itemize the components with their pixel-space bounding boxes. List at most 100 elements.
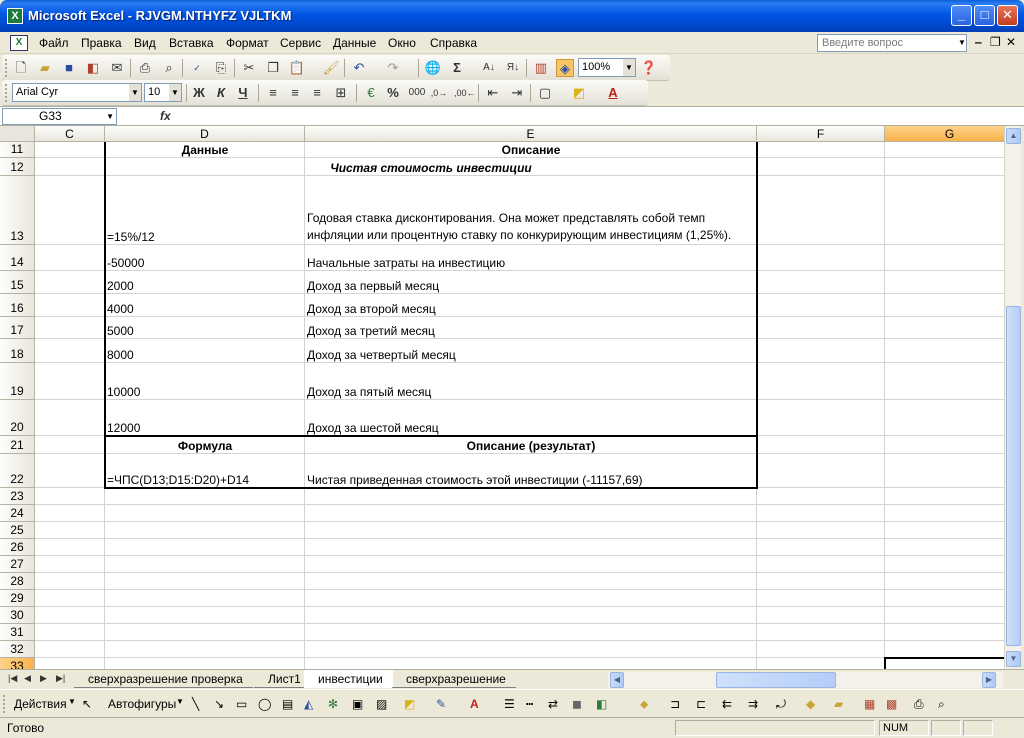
row-header-32[interactable]: 32 <box>0 641 35 658</box>
first-sheet-icon[interactable]: |◀ <box>8 673 17 684</box>
row-header-21[interactable]: 21 <box>0 436 35 454</box>
column-header-d[interactable]: D <box>105 126 305 142</box>
menu-help[interactable]: Справка <box>430 36 477 50</box>
folder-icon[interactable]: ▰ <box>834 697 843 711</box>
last-sheet-icon[interactable]: ▶| <box>56 673 65 684</box>
cell-d11[interactable]: Данные <box>105 142 305 158</box>
menu-view[interactable]: Вид <box>134 36 156 50</box>
zoom-draw-icon[interactable]: ⌕ <box>938 697 945 712</box>
merge-center-icon[interactable]: ⊞ <box>332 84 350 102</box>
toolbar-grip[interactable] <box>3 695 6 713</box>
menu-insert[interactable]: Вставка <box>169 36 214 50</box>
font-name-dropdown-icon[interactable]: ▼ <box>129 84 141 101</box>
scroll-right-icon[interactable]: ▶ <box>982 672 996 688</box>
column-header-e[interactable]: E <box>305 126 757 142</box>
cell-e14[interactable]: Начальные затраты на инвестицию <box>305 245 757 271</box>
maximize-button[interactable]: □ <box>974 5 995 26</box>
cell-e11[interactable]: Описание <box>305 142 757 158</box>
cell-d21[interactable]: Формула <box>105 436 305 454</box>
row-header-30[interactable]: 30 <box>0 607 35 624</box>
menu-data[interactable]: Данные <box>333 36 376 50</box>
cell-d15[interactable]: 2000 <box>105 271 305 294</box>
row-header-33[interactable]: 33 <box>0 658 35 669</box>
decrease-indent-icon[interactable]: ⇤ <box>484 84 502 102</box>
select-all-corner[interactable] <box>0 126 35 142</box>
chart-wizard-icon[interactable]: ▥ <box>532 59 550 77</box>
line-color-icon[interactable]: ✎ <box>436 697 446 711</box>
format-painter-icon[interactable]: 🖌 <box>322 59 340 77</box>
name-box[interactable]: G33 ▼ <box>2 108 117 125</box>
menu-file[interactable]: Файл <box>39 36 69 50</box>
autoshapes-menu-button[interactable]: Автофигуры <box>108 697 176 711</box>
align-right-icon[interactable]: ≡ <box>308 84 326 102</box>
insert-picture-icon[interactable]: ▨ <box>376 697 387 711</box>
excel-app-icon[interactable]: X <box>7 8 23 24</box>
sheet-tab-sverhrazreshenie[interactable]: сверхразрешение <box>392 670 516 688</box>
cell-d20[interactable]: 12000 <box>105 400 305 436</box>
copy-icon[interactable]: ❐ <box>264 59 282 77</box>
bold-button[interactable]: Ж <box>190 84 208 102</box>
doc-close-button[interactable]: ✕ <box>1006 35 1016 49</box>
cell-d18[interactable]: 8000 <box>105 339 305 363</box>
row-header-29[interactable]: 29 <box>0 590 35 607</box>
scroll-up-icon[interactable]: ▲ <box>1006 128 1021 144</box>
scroll-left-icon[interactable]: ◀ <box>610 672 624 688</box>
row-header-18[interactable]: 18 <box>0 339 35 363</box>
underline-button[interactable]: Ч <box>234 84 252 102</box>
row-header-24[interactable]: 24 <box>0 505 35 522</box>
cell-d17[interactable]: 5000 <box>105 317 305 339</box>
wordart-icon[interactable]: ◭ <box>304 697 313 711</box>
italic-button[interactable]: К <box>212 84 230 102</box>
print-area-icon[interactable]: ⎙ <box>914 697 924 712</box>
line-style-icon[interactable]: ☰ <box>504 697 515 711</box>
sort-descending-icon[interactable]: Я↓ <box>504 59 522 77</box>
sheet-tab-sverhrazreshenie-proverka[interactable]: сверхразрешение проверка <box>74 670 253 688</box>
row-header-14[interactable]: 14 <box>0 245 35 271</box>
minimize-button[interactable]: _ <box>951 5 972 26</box>
prev-sheet-icon[interactable]: ◀ <box>24 673 31 684</box>
shadow-style-icon[interactable]: ◼ <box>572 697 582 711</box>
row-header-12[interactable]: 12 <box>0 158 35 176</box>
vertical-scroll-thumb[interactable] <box>1006 306 1021 646</box>
connector-icon[interactable]: ⇇ <box>722 697 732 711</box>
sheet-tab-list1[interactable]: Лист1 <box>254 670 311 688</box>
arrow-style-icon[interactable]: ⇄ <box>548 697 558 711</box>
horizontal-scrollbar[interactable]: ◀ ▶ <box>608 672 1003 688</box>
menu-tools[interactable]: Сервис <box>280 36 321 50</box>
cell-d22[interactable]: =ЧПС(D13;D15:D20)+D14 <box>105 454 305 488</box>
cell-d14[interactable]: -50000 <box>105 245 305 271</box>
select-objects-icon[interactable]: ↖ <box>82 697 92 711</box>
close-button[interactable]: ✕ <box>997 5 1018 26</box>
workbook-icon[interactable]: X <box>10 35 28 51</box>
cell-e21[interactable]: Описание (результат) <box>305 436 757 454</box>
paste-icon[interactable]: 📋 <box>288 59 306 77</box>
cell-d16[interactable]: 4000 <box>105 294 305 317</box>
open-icon[interactable]: ▰ <box>36 59 54 77</box>
row-header-25[interactable]: 25 <box>0 522 35 539</box>
diagram-icon[interactable]: ✻ <box>328 697 338 711</box>
rotate-icon[interactable]: ⤾ <box>776 697 786 712</box>
align-left-icon[interactable]: ≡ <box>264 84 282 102</box>
cell-e15[interactable]: Доход за первый месяц <box>305 271 757 294</box>
doc-minimize-button[interactable]: ‒ <box>975 35 982 49</box>
decrease-decimal-icon[interactable]: ,00← <box>454 84 476 102</box>
help-icon[interactable]: ❓ <box>640 59 658 77</box>
clipart-icon[interactable]: ▣ <box>352 697 363 711</box>
zoom-select[interactable]: 100% ▼ <box>578 58 636 77</box>
cell-d12-merged[interactable]: Чистая стоимость инвестиции <box>105 158 757 176</box>
scroll-down-icon[interactable]: ▼ <box>1006 651 1021 667</box>
textbox-icon[interactable]: ▤ <box>282 697 293 711</box>
drawing-icon[interactable]: ◈ <box>556 59 574 77</box>
row-header-28[interactable]: 28 <box>0 573 35 590</box>
cell-e19[interactable]: Доход за пятый месяц <box>305 363 757 400</box>
align-distribute-icon[interactable]: ⬥ <box>640 697 648 712</box>
line-icon[interactable]: ╲ <box>192 697 199 711</box>
font-size-select[interactable]: 10 ▼ <box>144 83 182 102</box>
ask-dropdown-icon[interactable]: ▼ <box>956 34 968 52</box>
zoom-dropdown-icon[interactable]: ▼ <box>623 59 635 76</box>
row-header-16[interactable]: 16 <box>0 294 35 317</box>
row-header-15[interactable]: 15 <box>0 271 35 294</box>
3d-style-icon[interactable]: ◧ <box>596 697 607 711</box>
cut-icon[interactable]: ✂ <box>240 59 258 77</box>
permission-icon[interactable]: ◧ <box>84 59 102 77</box>
